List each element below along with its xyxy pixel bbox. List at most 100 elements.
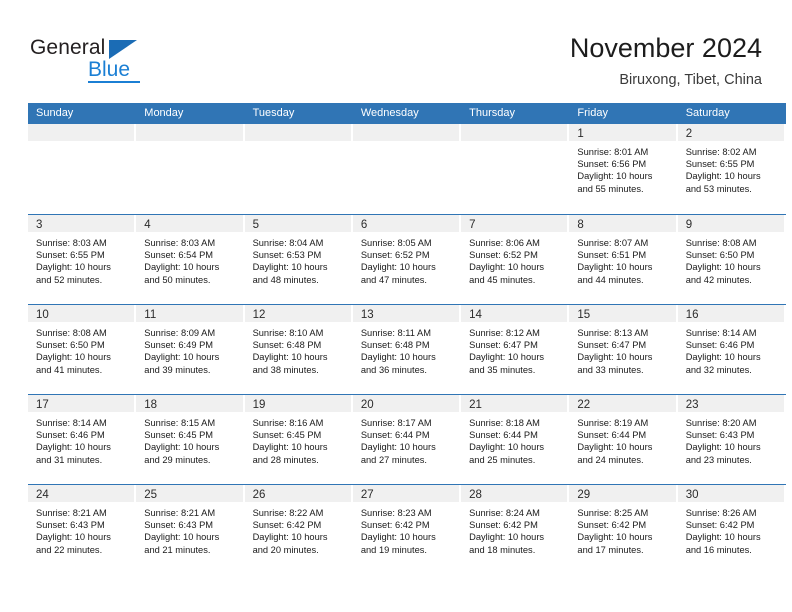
sunrise-text: Sunrise: 8:09 AM bbox=[144, 328, 216, 338]
daylight-text-line2: and 48 minutes. bbox=[252, 274, 319, 285]
day-cell[interactable]: 23 Sunrise: 8:20 AM Sunset: 6:43 PM Dayl… bbox=[677, 395, 786, 484]
day-number-band: 12 bbox=[244, 305, 351, 322]
sunrise-text: Sunrise: 8:10 AM bbox=[252, 328, 324, 338]
day-number-band: 14 bbox=[461, 305, 568, 322]
daylight-text-line2: and 39 minutes. bbox=[144, 364, 211, 375]
day-cell[interactable] bbox=[352, 124, 462, 214]
sunrise-text: Sunrise: 8:14 AM bbox=[685, 328, 757, 338]
sunrise-text: Sunrise: 8:25 AM bbox=[577, 508, 649, 518]
day-number: 8 bbox=[577, 219, 584, 231]
daylight-text-line2: and 31 minutes. bbox=[36, 454, 103, 465]
sunset-text: Sunset: 6:49 PM bbox=[144, 340, 214, 351]
day-cell[interactable]: 30 Sunrise: 8:26 AM Sunset: 6:42 PM Dayl… bbox=[677, 485, 786, 574]
day-cell[interactable]: 17 Sunrise: 8:14 AM Sunset: 6:46 PM Dayl… bbox=[28, 395, 137, 484]
day-number: 17 bbox=[36, 399, 49, 411]
daylight-text-line2: and 24 minutes. bbox=[577, 454, 644, 465]
day-number: 15 bbox=[577, 309, 591, 321]
day-cell[interactable]: 16 Sunrise: 8:14 AM Sunset: 6:46 PM Dayl… bbox=[677, 305, 786, 394]
day-number: 20 bbox=[360, 399, 374, 411]
daylight-text-line1: Daylight: 10 hours bbox=[144, 532, 220, 543]
daylight-text-line1: Daylight: 10 hours bbox=[360, 442, 436, 453]
sunset-text: Sunset: 6:52 PM bbox=[469, 250, 538, 261]
daylight-text-line2: and 27 minutes. bbox=[360, 454, 427, 465]
day-info: Sunrise: 8:16 AM Sunset: 6:45 PM Dayligh… bbox=[245, 412, 351, 466]
sunset-text: Sunset: 6:45 PM bbox=[252, 430, 322, 441]
daylight-text-line1: Daylight: 10 hours bbox=[360, 532, 436, 543]
day-cell[interactable]: 15 Sunrise: 8:13 AM Sunset: 6:47 PM Dayl… bbox=[569, 305, 678, 394]
sunset-text: Sunset: 6:43 PM bbox=[36, 520, 105, 531]
sunrise-text: Sunrise: 8:19 AM bbox=[577, 418, 649, 428]
day-cell[interactable]: 29 Sunrise: 8:25 AM Sunset: 6:42 PM Dayl… bbox=[569, 485, 678, 574]
day-info: Sunrise: 8:26 AM Sunset: 6:42 PM Dayligh… bbox=[678, 502, 784, 556]
day-cell[interactable]: 6 Sunrise: 8:05 AM Sunset: 6:52 PM Dayli… bbox=[352, 215, 462, 304]
week-row: 10 Sunrise: 8:08 AM Sunset: 6:50 PM Dayl… bbox=[28, 304, 786, 394]
day-cell[interactable]: 7 Sunrise: 8:06 AM Sunset: 6:52 PM Dayli… bbox=[461, 215, 570, 304]
day-number: 7 bbox=[469, 219, 476, 231]
day-number-band: 21 bbox=[461, 395, 568, 412]
day-number: 5 bbox=[252, 219, 259, 231]
day-number-band: 18 bbox=[136, 395, 243, 412]
day-cell[interactable] bbox=[28, 124, 137, 214]
sunrise-text: Sunrise: 8:16 AM bbox=[252, 418, 324, 428]
sunrise-text: Sunrise: 8:08 AM bbox=[36, 328, 107, 338]
page-title: November 2024 bbox=[569, 33, 762, 63]
day-cell[interactable]: 4 Sunrise: 8:03 AM Sunset: 6:54 PM Dayli… bbox=[136, 215, 245, 304]
day-cell[interactable]: 24 Sunrise: 8:21 AM Sunset: 6:43 PM Dayl… bbox=[28, 485, 137, 574]
day-info bbox=[353, 141, 459, 146]
day-cell[interactable]: 14 Sunrise: 8:12 AM Sunset: 6:47 PM Dayl… bbox=[461, 305, 570, 394]
day-cell[interactable]: 18 Sunrise: 8:15 AM Sunset: 6:45 PM Dayl… bbox=[136, 395, 245, 484]
day-number: 24 bbox=[36, 489, 49, 501]
day-cell[interactable]: 28 Sunrise: 8:24 AM Sunset: 6:42 PM Dayl… bbox=[461, 485, 570, 574]
day-cell[interactable]: 3 Sunrise: 8:03 AM Sunset: 6:55 PM Dayli… bbox=[28, 215, 137, 304]
sunset-text: Sunset: 6:48 PM bbox=[252, 340, 322, 351]
day-info: Sunrise: 8:10 AM Sunset: 6:48 PM Dayligh… bbox=[245, 322, 351, 376]
day-cell[interactable] bbox=[461, 124, 570, 214]
day-cell[interactable]: 22 Sunrise: 8:19 AM Sunset: 6:44 PM Dayl… bbox=[569, 395, 678, 484]
day-number: 6 bbox=[360, 219, 368, 231]
sunset-text: Sunset: 6:43 PM bbox=[685, 430, 755, 441]
day-cell[interactable]: 11 Sunrise: 8:09 AM Sunset: 6:49 PM Dayl… bbox=[136, 305, 245, 394]
sunset-text: Sunset: 6:42 PM bbox=[685, 520, 755, 531]
daylight-text-line1: Daylight: 10 hours bbox=[685, 352, 761, 363]
day-number-band: 25 bbox=[136, 485, 243, 502]
day-number: 19 bbox=[252, 399, 266, 411]
logo-text-general: General bbox=[30, 36, 106, 59]
day-cell[interactable]: 9 Sunrise: 8:08 AM Sunset: 6:50 PM Dayli… bbox=[677, 215, 786, 304]
daylight-text-line2: and 19 minutes. bbox=[360, 544, 427, 555]
daylight-text-line2: and 16 minutes. bbox=[685, 544, 752, 555]
day-cell[interactable]: 25 Sunrise: 8:21 AM Sunset: 6:43 PM Dayl… bbox=[136, 485, 245, 574]
day-cell[interactable]: 8 Sunrise: 8:07 AM Sunset: 6:51 PM Dayli… bbox=[569, 215, 678, 304]
day-info: Sunrise: 8:14 AM Sunset: 6:46 PM Dayligh… bbox=[28, 412, 134, 466]
day-cell[interactable]: 12 Sunrise: 8:10 AM Sunset: 6:48 PM Dayl… bbox=[244, 305, 353, 394]
day-number-band: 19 bbox=[244, 395, 351, 412]
day-cell[interactable]: 10 Sunrise: 8:08 AM Sunset: 6:50 PM Dayl… bbox=[28, 305, 137, 394]
daylight-text-line1: Daylight: 10 hours bbox=[144, 442, 220, 453]
day-cell[interactable] bbox=[136, 124, 245, 214]
day-cell[interactable]: 13 Sunrise: 8:11 AM Sunset: 6:48 PM Dayl… bbox=[352, 305, 462, 394]
day-info: Sunrise: 8:21 AM Sunset: 6:43 PM Dayligh… bbox=[28, 502, 134, 556]
day-info: Sunrise: 8:12 AM Sunset: 6:47 PM Dayligh… bbox=[461, 322, 567, 376]
day-cell[interactable]: 20 Sunrise: 8:17 AM Sunset: 6:44 PM Dayl… bbox=[352, 395, 462, 484]
day-cell[interactable]: 26 Sunrise: 8:22 AM Sunset: 6:42 PM Dayl… bbox=[244, 485, 353, 574]
day-cell[interactable]: 19 Sunrise: 8:16 AM Sunset: 6:45 PM Dayl… bbox=[244, 395, 353, 484]
day-cell[interactable]: 5 Sunrise: 8:04 AM Sunset: 6:53 PM Dayli… bbox=[244, 215, 353, 304]
daylight-text-line2: and 21 minutes. bbox=[144, 544, 211, 555]
sunset-text: Sunset: 6:53 PM bbox=[252, 250, 322, 261]
day-number: 28 bbox=[469, 489, 482, 501]
sunset-text: Sunset: 6:44 PM bbox=[360, 430, 430, 441]
day-info: Sunrise: 8:11 AM Sunset: 6:48 PM Dayligh… bbox=[353, 322, 459, 376]
sunset-text: Sunset: 6:45 PM bbox=[144, 430, 214, 441]
sunset-text: Sunset: 6:42 PM bbox=[252, 520, 322, 531]
day-info: Sunrise: 8:22 AM Sunset: 6:42 PM Dayligh… bbox=[245, 502, 351, 556]
day-info: Sunrise: 8:07 AM Sunset: 6:51 PM Dayligh… bbox=[569, 232, 675, 286]
day-cell[interactable]: 27 Sunrise: 8:23 AM Sunset: 6:42 PM Dayl… bbox=[352, 485, 462, 574]
day-number-band: 17 bbox=[28, 395, 135, 412]
day-cell[interactable]: 21 Sunrise: 8:18 AM Sunset: 6:44 PM Dayl… bbox=[461, 395, 570, 484]
day-cell[interactable] bbox=[244, 124, 353, 214]
day-number: 14 bbox=[469, 309, 482, 321]
sunrise-text: Sunrise: 8:08 AM bbox=[685, 238, 757, 248]
daylight-text-line2: and 45 minutes. bbox=[469, 274, 536, 285]
day-cell[interactable]: 1 Sunrise: 8:01 AM Sunset: 6:56 PM Dayli… bbox=[569, 124, 678, 214]
daylight-text-line1: Daylight: 10 hours bbox=[577, 352, 653, 363]
day-cell[interactable]: 2 Sunrise: 8:02 AM Sunset: 6:55 PM Dayli… bbox=[677, 124, 786, 214]
